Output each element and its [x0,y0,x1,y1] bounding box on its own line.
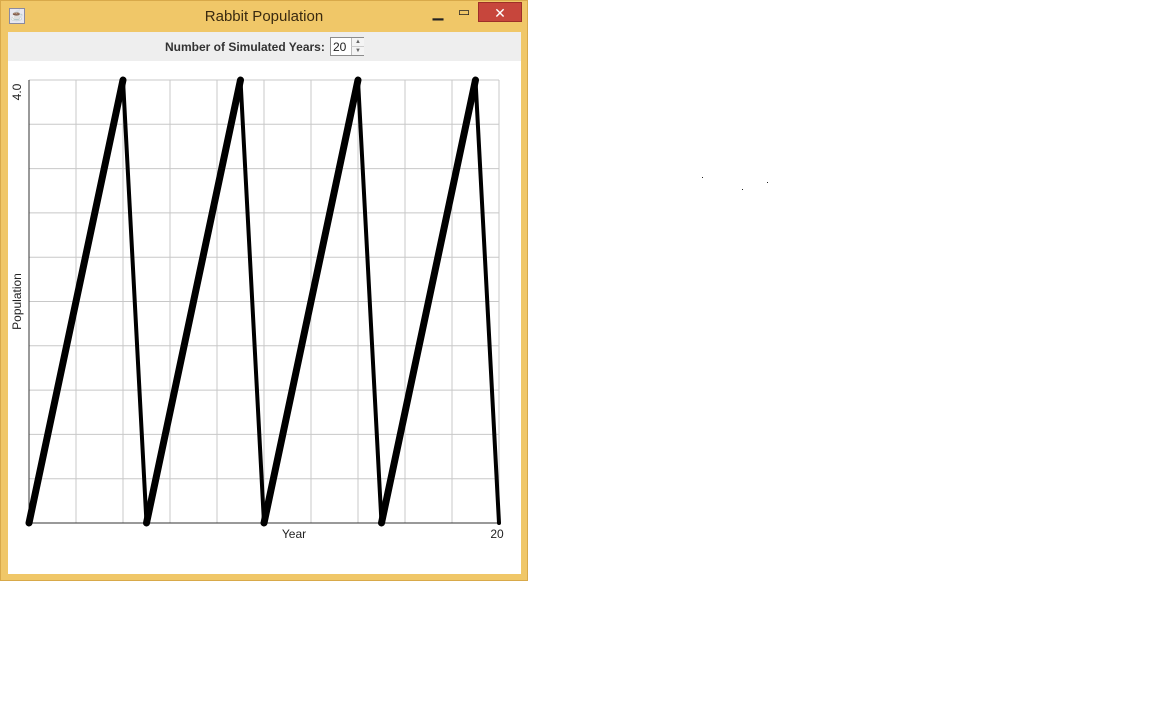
stray-dot [742,189,743,190]
stray-dot [702,177,703,178]
maximize-icon: ▭ [457,4,471,19]
years-spinner[interactable]: 20 ▲ ▼ [330,37,364,56]
years-label: Number of Simulated Years: [165,40,325,54]
minimize-button[interactable]: ▁ [427,3,449,23]
years-spinner-value[interactable]: 20 [333,40,346,54]
control-bar: Number of Simulated Years: 20 ▲ ▼ [8,32,521,61]
y-axis-label: Population [10,273,24,330]
chevron-up-icon: ▲ [355,39,361,45]
stray-dot [767,182,768,183]
client-area: Number of Simulated Years: 20 ▲ ▼ Popula… [8,32,521,574]
close-button[interactable]: ✕ [478,2,522,22]
y-tick-label: 4.0 [10,83,24,100]
close-icon: ✕ [494,5,506,21]
app-window: ☕ Rabbit Population ▁ ▭ ✕ Number of Simu… [0,0,528,581]
x-axis-label: Year [282,527,306,541]
chevron-down-icon: ▼ [355,48,361,54]
title-bar[interactable]: ☕ Rabbit Population ▁ ▭ ✕ [1,1,527,31]
spinner-up-button[interactable]: ▲ [351,38,364,46]
population-chart: Population Year 4.0 20 [10,76,504,541]
spinner-down-button[interactable]: ▼ [351,46,364,55]
minimize-icon: ▁ [432,4,444,20]
x-tick-label: 20 [490,527,504,541]
maximize-button[interactable]: ▭ [453,3,475,23]
